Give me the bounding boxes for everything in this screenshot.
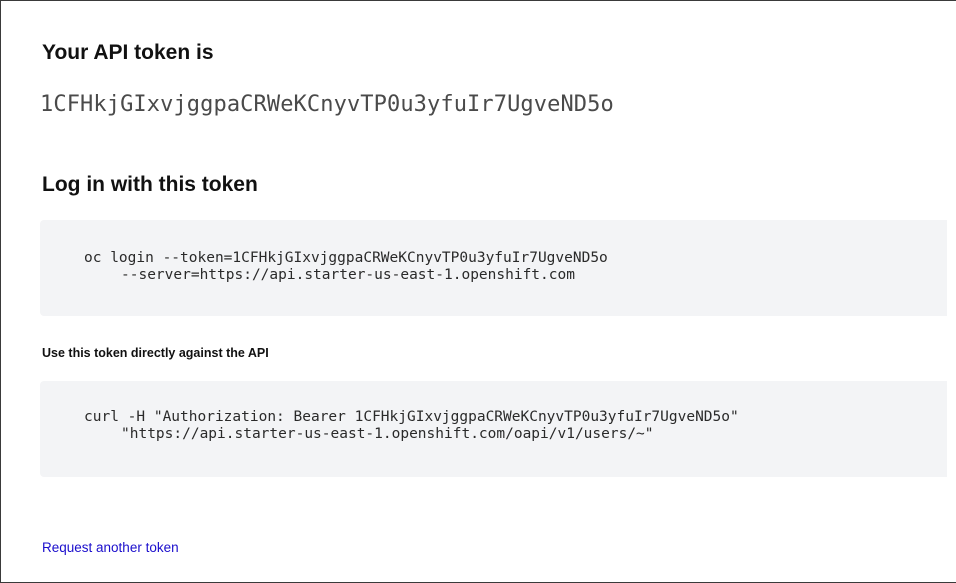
curl-command-line-2: "https://api.starter-us-east-1.openshift… [121, 426, 654, 442]
api-usage-heading: Use this token directly against the API [42, 346, 269, 360]
api-token-value[interactable]: 1CFHkjGIxvjggpaCRWeKCnyvTP0u3yfuIr7UgveN… [40, 92, 614, 117]
api-token-heading: Your API token is [42, 41, 214, 64]
login-command-block[interactable]: oc login --token=1CFHkjGIxvjggpaCRWeKCny… [40, 220, 947, 316]
login-heading: Log in with this token [42, 173, 258, 196]
curl-command-line-1: curl -H "Authorization: Bearer 1CFHkjGIx… [84, 409, 739, 425]
curl-command-block[interactable]: curl -H "Authorization: Bearer 1CFHkjGIx… [40, 381, 947, 477]
page-frame: Your API token is 1CFHkjGIxvjggpaCRWeKCn… [0, 0, 956, 583]
login-command-line-2: --server=https://api.starter-us-east-1.o… [121, 267, 575, 283]
request-another-token-link[interactable]: Request another token [42, 540, 179, 555]
login-command-line-1: oc login --token=1CFHkjGIxvjggpaCRWeKCny… [84, 250, 608, 266]
token-display-panel: Your API token is 1CFHkjGIxvjggpaCRWeKCn… [17, 21, 947, 581]
